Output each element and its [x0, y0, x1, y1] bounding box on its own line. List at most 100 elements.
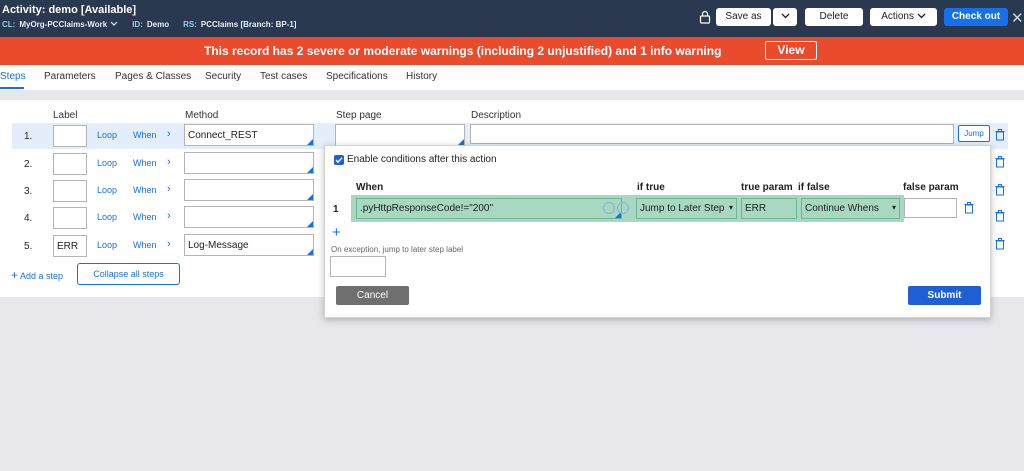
column-header-label: Label [53, 110, 78, 121]
when-link[interactable]: When [133, 130, 157, 140]
rs-value: PCClaims [Branch: BP-1] [200, 20, 297, 29]
autocomplete-corner-icon [307, 167, 313, 173]
chevron-down-icon: ▾ [728, 203, 733, 212]
add-step-link[interactable]: + Add a step [11, 268, 63, 282]
when-condition-input[interactable]: .pyHttpResponseCode!="200" [356, 198, 622, 219]
id-key: ID: [132, 20, 143, 29]
tab-pages-classes[interactable]: Pages & Classes [115, 71, 191, 82]
if-false-value: Continue Whens [805, 203, 879, 214]
step-label-input[interactable] [53, 207, 87, 229]
if-true-select[interactable]: Jump to Later Step ▾ [636, 198, 737, 219]
step-number: 2. [24, 159, 33, 170]
column-header-step-page: Step page [336, 110, 382, 121]
loop-link[interactable]: Loop [97, 185, 117, 195]
when-link[interactable]: When [133, 212, 157, 222]
trash-icon[interactable] [995, 129, 1005, 141]
condition-row-number: 1 [333, 204, 339, 215]
trash-icon[interactable] [995, 156, 1005, 168]
header-true-param: true param [741, 182, 793, 193]
loop-link[interactable]: Loop [97, 212, 117, 222]
add-condition-plus-icon[interactable]: + [332, 224, 341, 241]
chevron-right-icon[interactable]: › [167, 183, 171, 195]
chevron-down-icon: ▾ [891, 203, 896, 212]
step-label-input[interactable]: ERR [53, 235, 87, 257]
method-value: Log-Message [188, 240, 249, 251]
tab-steps[interactable]: Steps [0, 71, 26, 82]
tab-history[interactable]: History [406, 71, 437, 82]
tab-specifications[interactable]: Specifications [326, 71, 388, 82]
if-true-value: Jump to Later Step [640, 203, 725, 214]
tab-bar: Steps Parameters Pages & Classes Securit… [0, 65, 1024, 90]
chevron-right-icon[interactable]: › [167, 238, 171, 250]
record-title: Activity: demo [Available] [2, 4, 137, 16]
when-link[interactable]: When [133, 158, 157, 168]
chevron-right-icon[interactable]: › [167, 156, 171, 168]
enable-conditions-checkbox[interactable] [334, 155, 344, 165]
column-header-method: Method [185, 110, 219, 121]
tab-parameters[interactable]: Parameters [44, 71, 96, 82]
true-param-input[interactable]: ERR [741, 198, 797, 219]
step-label-input[interactable] [53, 180, 87, 202]
rs-key: RS: [183, 20, 197, 29]
transition-conditions-popup: Enable conditions after this action When… [324, 145, 991, 318]
when-link[interactable]: When [133, 240, 157, 250]
header-if-false: if false [798, 182, 830, 193]
id-value: Demo [146, 20, 170, 29]
warning-text: This record has 2 severe or moderate war… [204, 44, 722, 58]
trash-icon[interactable] [995, 184, 1005, 196]
delete-button[interactable]: Delete [805, 8, 863, 26]
column-header-description: Description [471, 110, 522, 121]
autocomplete-corner-icon [307, 249, 313, 255]
autocomplete-corner-icon [307, 194, 313, 200]
tab-test-cases[interactable]: Test cases [260, 71, 307, 82]
autocomplete-corner-icon [307, 221, 313, 227]
loop-link[interactable]: Loop [97, 158, 117, 168]
submit-button[interactable]: Submit [908, 286, 981, 305]
chevron-right-icon[interactable]: › [167, 210, 171, 222]
add-step-label: Add a step [20, 271, 64, 281]
cancel-button[interactable]: Cancel [336, 286, 409, 305]
chevron-down-icon [781, 11, 790, 22]
step-number: 5. [24, 241, 33, 252]
trash-icon[interactable] [995, 238, 1005, 250]
condition-row: .pyHttpResponseCode!="200" Jump to Later… [351, 195, 904, 222]
step-number: 1. [24, 131, 33, 142]
loop-link[interactable]: Loop [97, 130, 117, 140]
method-value: Connect_REST [188, 130, 258, 141]
expression-builder-icon[interactable] [603, 202, 615, 214]
collapse-all-steps-button[interactable]: Collapse all steps [77, 263, 180, 285]
header-when: When [356, 182, 384, 193]
save-as-dropdown-button[interactable] [773, 8, 797, 26]
step-label-input[interactable] [53, 125, 87, 147]
jump-button[interactable]: Jump [958, 125, 990, 142]
chevron-down-icon[interactable] [110, 20, 118, 29]
cl-value[interactable]: MyOrg-PCClaims-Work [19, 20, 107, 29]
loop-link[interactable]: Loop [97, 240, 117, 250]
view-warnings-button[interactable]: View [765, 41, 817, 60]
method-input[interactable] [184, 179, 314, 201]
false-param-input[interactable] [904, 198, 957, 218]
method-input[interactable] [184, 152, 314, 174]
method-input[interactable]: Log-Message [184, 234, 314, 256]
step-page-input[interactable] [335, 124, 465, 146]
close-icon[interactable]: ✕ [1011, 9, 1024, 27]
if-false-select[interactable]: Continue Whens ▾ [801, 198, 900, 219]
save-as-button[interactable]: Save as [716, 8, 771, 26]
trash-icon[interactable] [964, 202, 974, 214]
record-header: Activity: demo [Available] CL: MyOrg-PCCl… [0, 0, 1024, 37]
method-input[interactable]: Connect_REST [184, 124, 314, 146]
tab-security[interactable]: Security [205, 71, 241, 82]
step-label-input[interactable] [53, 153, 87, 175]
description-input[interactable] [470, 124, 954, 144]
when-link[interactable]: When [133, 185, 157, 195]
method-input[interactable] [184, 206, 314, 228]
chevron-right-icon[interactable]: › [167, 128, 171, 140]
lock-icon [699, 10, 711, 24]
enable-conditions-label: Enable conditions after this action [347, 154, 497, 165]
gear-icon[interactable] [617, 202, 629, 214]
warning-banner: This record has 2 severe or moderate war… [0, 37, 1024, 65]
check-out-button[interactable]: Check out [944, 8, 1008, 26]
actions-button[interactable]: Actions [870, 8, 937, 26]
exception-jump-input[interactable] [330, 256, 386, 277]
trash-icon[interactable] [995, 210, 1005, 222]
